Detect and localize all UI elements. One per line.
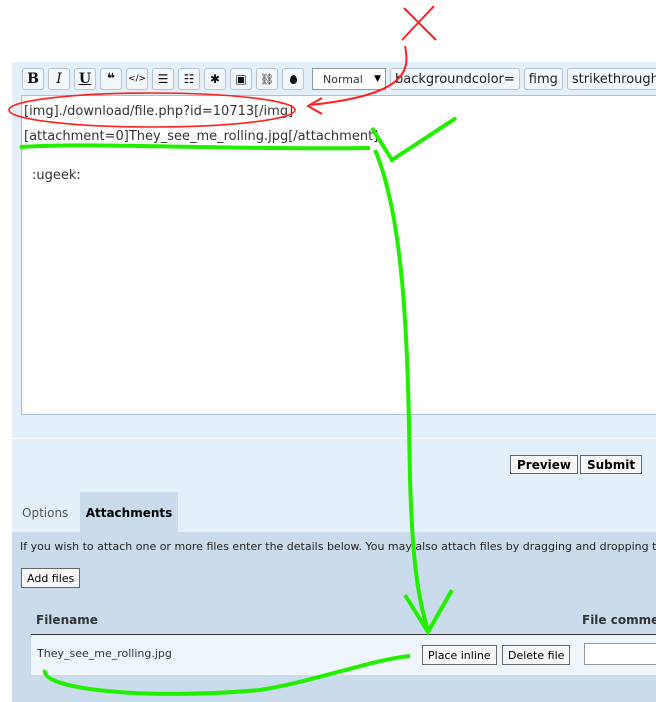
code-button[interactable]: </>: [126, 68, 148, 90]
strikethrough-button[interactable]: strikethrough: [566, 68, 656, 90]
underline-button[interactable]: U: [74, 68, 96, 90]
fimg-button[interactable]: fimg: [523, 68, 563, 90]
column-file-comment: File comment: [582, 613, 656, 627]
attachment-row: They_see_me_rolling.jpg Place inline Del…: [31, 635, 656, 675]
underline-icon: U: [78, 71, 92, 87]
backgroundcolor-button[interactable]: backgroundcolor=: [390, 68, 520, 90]
file-comment-input[interactable]: [584, 643, 656, 665]
fimg-label: fimg: [528, 71, 558, 87]
tabs-bar: Options Attachments: [12, 492, 656, 533]
asterisk-icon: ✱: [209, 72, 221, 86]
editor-line-img: [img]./download/file.php?id=10713[/img]: [24, 104, 294, 119]
editor-line-attachment: [attachment=0]They_see_me_rolling.jpg[/a…: [24, 129, 379, 144]
place-inline-button[interactable]: Place inline: [422, 645, 497, 665]
list-icon: ☰: [157, 72, 169, 86]
tab-options[interactable]: Options: [12, 492, 78, 533]
preview-button[interactable]: Preview: [510, 455, 579, 474]
attachments-help-text: If you wish to attach one or more files …: [20, 540, 656, 553]
quote-icon: ❝: [106, 71, 116, 87]
backgroundcolor-label: backgroundcolor=: [395, 71, 515, 87]
formatting-toolbar: B I U ❝ </> ☰ ☷ ✱ ▣ ⛓ Normal ▼ backgroun…: [22, 66, 656, 92]
strikethrough-label: strikethrough: [571, 71, 656, 87]
image-icon: ▣: [235, 72, 247, 86]
list-button[interactable]: ☰: [152, 68, 174, 90]
editor-line-smiley: :ugeek:: [32, 168, 81, 183]
attachments-table-header: Filename File comment: [31, 608, 656, 635]
red-x-mark: [401, 5, 437, 41]
link-button[interactable]: ⛓: [256, 68, 278, 90]
column-filename: Filename: [36, 613, 98, 627]
code-icon: </>: [127, 74, 147, 84]
numbered-list-button[interactable]: ☷: [178, 68, 200, 90]
font-size-value: Normal: [323, 72, 363, 86]
quote-button[interactable]: ❝: [100, 68, 122, 90]
editor-line-empty: [24, 149, 656, 163]
image-button[interactable]: ▣: [230, 68, 252, 90]
link-icon: ⛓: [260, 72, 274, 86]
chevron-down-icon: ▼: [374, 74, 381, 84]
tab-attachments[interactable]: Attachments: [80, 492, 178, 533]
numbered-list-icon: ☷: [183, 72, 195, 86]
bold-button[interactable]: B: [22, 68, 44, 90]
list-item-button[interactable]: ✱: [204, 68, 226, 90]
delete-file-button[interactable]: Delete file: [502, 645, 571, 665]
add-files-button[interactable]: Add files: [21, 568, 81, 588]
message-textarea[interactable]: [img]./download/file.php?id=10713[/img] …: [21, 95, 656, 415]
color-button[interactable]: [282, 68, 304, 90]
droplet-icon: [289, 74, 297, 84]
submit-button[interactable]: Submit: [580, 455, 643, 474]
attachment-filename: They_see_me_rolling.jpg: [37, 647, 172, 660]
bold-icon: B: [27, 71, 39, 87]
italic-button[interactable]: I: [48, 68, 70, 90]
font-size-select[interactable]: Normal ▼: [312, 68, 386, 90]
italic-icon: I: [56, 71, 62, 87]
